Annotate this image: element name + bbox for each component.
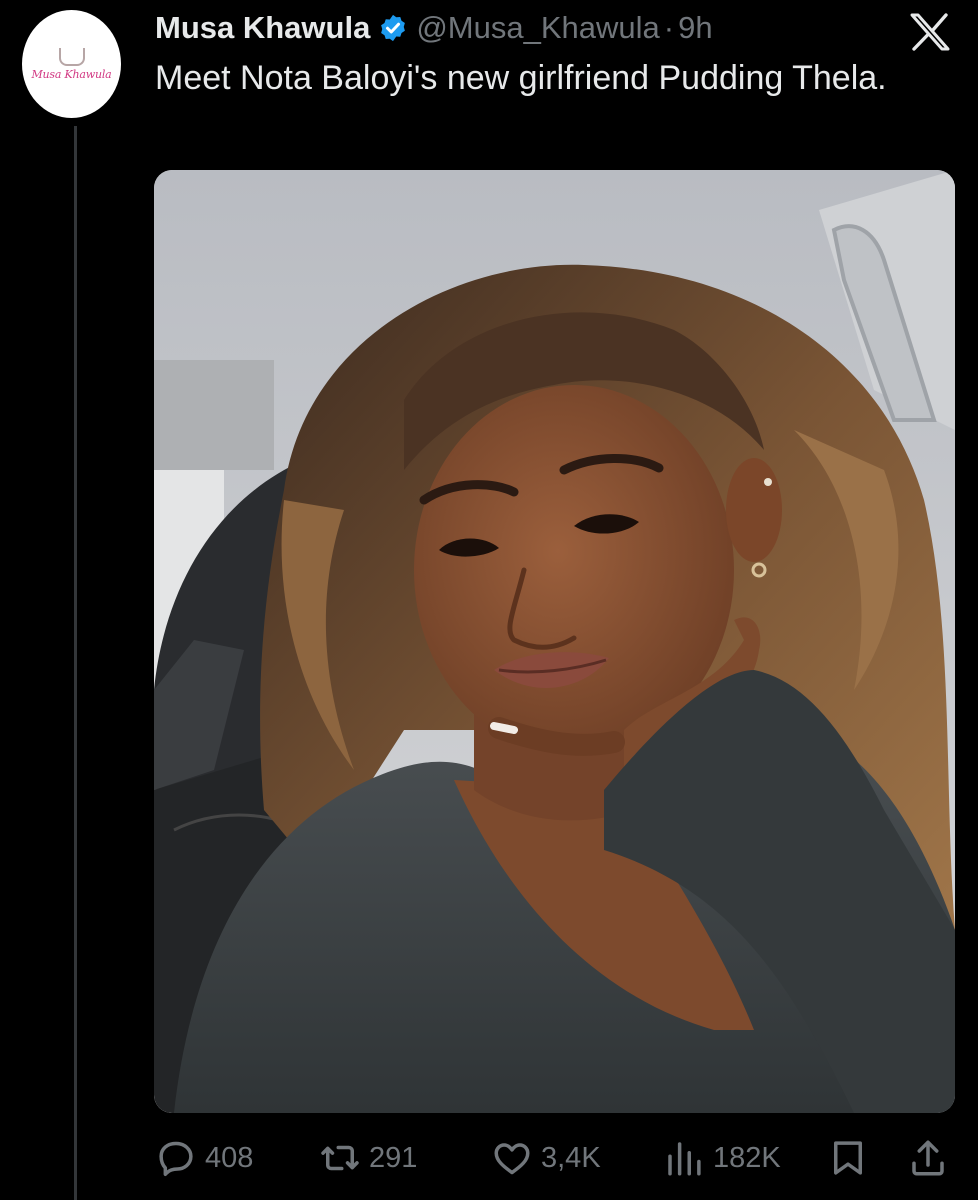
verified-badge-icon[interactable] xyxy=(378,13,408,43)
bookmark-button[interactable] xyxy=(827,1132,869,1184)
tweet-text: Meet Nota Baloyi's new girlfriend Puddin… xyxy=(155,59,887,97)
timestamp[interactable]: 9h xyxy=(678,10,712,46)
retweet-count: 291 xyxy=(369,1141,418,1174)
reply-button[interactable]: 408 xyxy=(155,1132,253,1184)
avatar[interactable]: Musa Khawula xyxy=(22,10,121,118)
share-button[interactable] xyxy=(907,1132,949,1184)
author-handle[interactable]: @Musa_Khawula xyxy=(416,10,659,46)
avatar-brand-text: Musa Khawula xyxy=(31,67,112,81)
action-bar: 408 291 3,4K 182K xyxy=(155,1132,955,1184)
author-name[interactable]: Musa Khawula xyxy=(155,10,370,46)
reply-count: 408 xyxy=(205,1141,254,1174)
heart-icon xyxy=(494,1143,530,1175)
x-logo-icon xyxy=(908,12,952,52)
thread-line xyxy=(74,126,77,1200)
like-button[interactable]: 3,4K xyxy=(491,1132,601,1184)
reply-icon xyxy=(159,1141,193,1177)
bookmark-icon xyxy=(834,1141,862,1175)
separator-dot: · xyxy=(663,10,675,45)
retweet-button[interactable]: 291 xyxy=(319,1132,417,1184)
tweet-photo[interactable] xyxy=(154,170,955,1113)
like-count: 3,4K xyxy=(541,1141,601,1174)
tweet-header: Musa Khawula @Musa_Khawula · 9h xyxy=(155,6,713,50)
retweet-icon xyxy=(321,1145,359,1171)
share-icon xyxy=(912,1140,944,1176)
views-chart-icon xyxy=(668,1142,701,1176)
cup-logo-icon xyxy=(58,47,85,66)
views-count: 182K xyxy=(713,1141,781,1174)
views-button[interactable]: 182K xyxy=(663,1132,781,1184)
